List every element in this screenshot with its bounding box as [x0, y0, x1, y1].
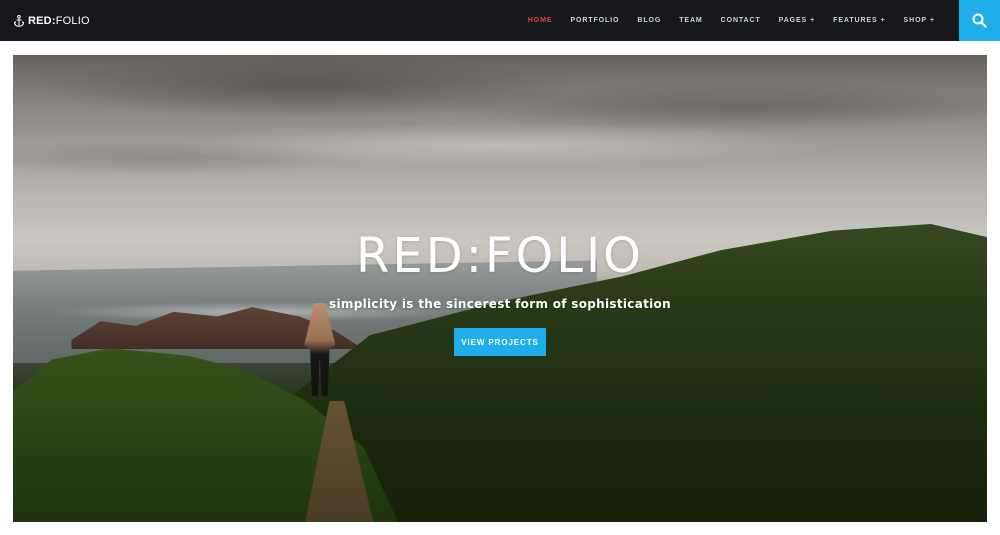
hero-subtitle: simplicity is the sincerest form of soph… — [329, 297, 671, 311]
nav-item-label: SHOP — [903, 17, 927, 24]
nav-item-home[interactable]: HOME — [519, 17, 562, 24]
nav-item-label: FEATURES — [833, 17, 878, 24]
nav-item-label: PORTFOLIO — [570, 17, 620, 24]
nav-item-label: BLOG — [637, 17, 662, 24]
main-nav: HOME PORTFOLIO BLOG TEAM CONTACT PAGES + … — [519, 0, 944, 41]
hero-banner: RED:FOLIO simplicity is the sincerest fo… — [13, 55, 987, 522]
search-icon — [972, 13, 987, 28]
plus-icon: + — [810, 17, 816, 24]
plus-icon: + — [880, 17, 886, 24]
search-button[interactable] — [959, 0, 1000, 41]
nav-item-features[interactable]: FEATURES + — [824, 17, 894, 24]
logo-text-light: FOLIO — [55, 14, 90, 27]
site-header: RED:FOLIO HOME PORTFOLIO BLOG TEAM CONTA… — [0, 0, 1000, 41]
logo-text: RED:FOLIO — [28, 15, 90, 27]
nav-item-contact[interactable]: CONTACT — [712, 17, 770, 24]
plus-icon: + — [930, 17, 935, 24]
site-logo[interactable]: RED:FOLIO — [14, 0, 90, 41]
nav-item-portfolio[interactable]: PORTFOLIO — [561, 17, 628, 24]
nav-item-blog[interactable]: BLOG — [628, 17, 670, 24]
nav-item-label: HOME — [527, 17, 553, 24]
logo-text-strong: RED: — [28, 14, 56, 27]
nav-item-team[interactable]: TEAM — [670, 17, 711, 24]
nav-item-label: CONTACT — [720, 17, 761, 24]
view-projects-button[interactable]: VIEW PROJECTS — [454, 328, 546, 356]
hero-content: RED:FOLIO simplicity is the sincerest fo… — [13, 55, 987, 522]
nav-item-label: TEAM — [679, 17, 703, 24]
hero-title: RED:FOLIO — [356, 228, 644, 284]
anchor-icon — [14, 14, 24, 27]
nav-item-shop[interactable]: SHOP + — [895, 17, 944, 24]
nav-item-pages[interactable]: PAGES + — [770, 17, 825, 24]
nav-item-label: PAGES — [778, 17, 808, 24]
